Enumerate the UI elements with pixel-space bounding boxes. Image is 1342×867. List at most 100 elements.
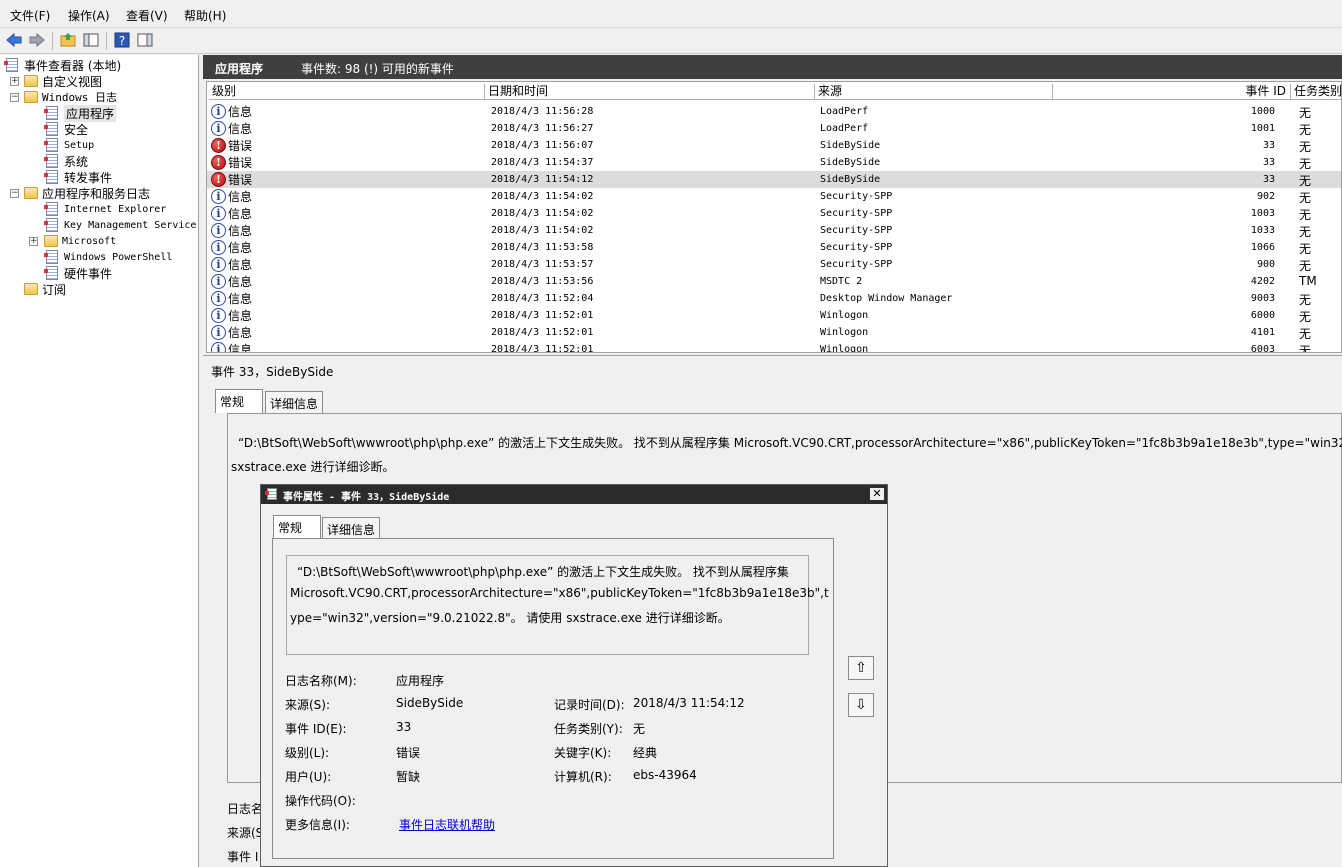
detail-tab-general[interactable]: 常规 — [215, 389, 263, 413]
log-icon — [44, 266, 58, 280]
event-row[interactable]: i 信息 2018/4/3 11:54:02 Security-SPP 1003 无 — [207, 205, 1341, 222]
info-icon: i — [211, 206, 226, 221]
detail-tab-details[interactable]: 详细信息 — [265, 391, 323, 413]
event-row[interactable]: i 信息 2018/4/3 11:54:02 Security-SPP 1033 无 — [207, 222, 1341, 239]
column-header-datetime[interactable]: 日期和时间 — [485, 84, 815, 100]
dialog-tab-details[interactable]: 详细信息 — [322, 517, 380, 539]
event-row[interactable]: i 信息 2018/4/3 11:54:02 Security-SPP 902 无 — [207, 188, 1341, 205]
column-header-event-id[interactable]: 事件 ID — [1053, 84, 1291, 100]
event-source: LoadPerf — [820, 106, 869, 117]
up-folder-icon[interactable] — [59, 31, 77, 49]
event-level-text: 信息 — [228, 258, 253, 272]
tree-item-forwarded[interactable]: 转发事件 — [44, 169, 113, 185]
dialog-message-line1: “D:\BtSoft\WebSoft\wwwroot\php\php.exe” … — [297, 565, 789, 579]
event-id: 1000 — [1250, 106, 1275, 117]
event-level-text: 信息 — [228, 309, 253, 323]
event-count: 事件数: 98 (!) 可用的新事件 — [301, 62, 454, 76]
column-header-level[interactable]: 级别 — [209, 84, 485, 100]
tree-label: 转发事件 — [64, 170, 113, 185]
tree-item-microsoft[interactable]: Microsoft — [44, 233, 116, 249]
back-arrow-icon[interactable] — [5, 31, 23, 49]
event-datetime: 2018/4/3 11:53:56 — [491, 276, 594, 287]
collapse-icon[interactable]: − — [10, 189, 19, 198]
event-id: 1001 — [1250, 123, 1275, 134]
user-label: 用户(U): — [285, 770, 332, 784]
close-button[interactable]: ✕ — [869, 487, 885, 501]
event-task: 无 — [1299, 310, 1312, 324]
tree-item-app-service-logs[interactable]: 应用程序和服务日志 — [24, 185, 150, 201]
tree-item-custom-views[interactable]: 自定义视图 — [24, 73, 102, 89]
event-source: Security-SPP — [820, 191, 893, 202]
tree-item-setup[interactable]: Setup — [44, 137, 94, 153]
log-icon — [44, 106, 58, 120]
help-icon[interactable]: ? — [113, 31, 131, 49]
tree-label: Windows PowerShell — [64, 251, 173, 263]
tree-item-system[interactable]: 系统 — [44, 153, 88, 169]
event-task: TM — [1299, 274, 1317, 288]
tree-label: 自定义视图 — [42, 74, 103, 89]
tree-item-powershell[interactable]: Windows PowerShell — [44, 249, 173, 265]
computer-value: ebs-43964 — [633, 768, 697, 782]
tree-root[interactable]: 事件查看器 (本地) — [4, 57, 121, 73]
collapse-icon[interactable]: − — [10, 93, 19, 102]
detail-label-logname: 日志名 — [227, 802, 264, 816]
event-row[interactable]: ! 错误 2018/4/3 11:56:07 SideBySide 33 无 — [207, 137, 1341, 154]
event-level: i 信息 — [211, 341, 252, 352]
event-row[interactable]: ! 错误 2018/4/3 11:54:37 SideBySide 33 无 — [207, 154, 1341, 171]
event-row[interactable]: i 信息 2018/4/3 11:52:01 Winlogon 6000 无 — [207, 307, 1341, 324]
event-level-text: 信息 — [228, 224, 253, 238]
event-row[interactable]: i 信息 2018/4/3 11:53:57 Security-SPP 900 无 — [207, 256, 1341, 273]
event-level: i 信息 — [211, 256, 252, 273]
event-row[interactable]: i 信息 2018/4/3 11:56:27 LoadPerf 1001 无 — [207, 120, 1341, 137]
event-row[interactable]: i 信息 2018/4/3 11:52:01 Winlogon 6003 无 — [207, 341, 1341, 352]
event-level-text: 错误 — [228, 156, 253, 170]
tree-item-hardware[interactable]: 硬件事件 — [44, 265, 112, 281]
menu-view[interactable]: 查看(V) — [126, 7, 168, 24]
event-level: i 信息 — [211, 239, 252, 256]
event-level: i 信息 — [211, 222, 252, 239]
forward-arrow-icon[interactable] — [28, 31, 46, 49]
folder-icon — [44, 235, 58, 247]
dialog-tab-general[interactable]: 常规 — [273, 515, 321, 539]
dialog-message-box[interactable]: “D:\BtSoft\WebSoft\wwwroot\php\php.exe” … — [286, 555, 829, 655]
menu-help[interactable]: 帮助(H) — [184, 7, 226, 24]
event-datetime: 2018/4/3 11:56:28 — [491, 106, 594, 117]
tree-label: Windows 日志 — [42, 91, 117, 104]
show-hide-tree-icon[interactable] — [82, 31, 100, 49]
column-header-source[interactable]: 来源 — [815, 84, 1053, 100]
dialog-message-line3: ype="win32",version="9.0.21022.8"。 请使用 s… — [290, 611, 730, 625]
event-row[interactable]: i 信息 2018/4/3 11:52:01 Winlogon 4101 无 — [207, 324, 1341, 341]
tree-item-security[interactable]: 安全 — [44, 121, 88, 137]
menu-action[interactable]: 操作(A) — [68, 7, 110, 24]
folder-icon — [24, 283, 38, 295]
event-task: 无 — [1299, 106, 1312, 120]
event-row[interactable]: i 信息 2018/4/3 11:53:58 Security-SPP 1066 无 — [207, 239, 1341, 256]
event-row[interactable]: ! 错误 2018/4/3 11:54:12 SideBySide 33 无 — [207, 171, 1341, 188]
tree-item-application[interactable]: 应用程序 — [44, 104, 117, 122]
more-info-link[interactable]: 事件日志联机帮助 — [399, 816, 495, 833]
keywords-value: 经典 — [633, 746, 658, 760]
event-viewer-icon — [4, 58, 18, 72]
tree-item-kms[interactable]: Key Management Service — [44, 217, 196, 233]
tree-item-ie[interactable]: Internet Explorer — [44, 201, 166, 217]
info-icon: i — [211, 274, 226, 289]
event-level: i 信息 — [211, 290, 252, 307]
event-task: 无 — [1299, 123, 1312, 137]
event-id: 4202 — [1250, 276, 1275, 287]
previous-event-button[interactable]: ⇧ — [848, 656, 874, 680]
expand-icon[interactable]: + — [10, 77, 19, 86]
menu-file[interactable]: 文件(F) — [10, 7, 50, 24]
event-row[interactable]: i 信息 2018/4/3 11:53:56 MSDTC 2 4202 TM — [207, 273, 1341, 290]
logged-value: 2018/4/3 11:54:12 — [633, 696, 745, 710]
column-header-task[interactable]: 任务类别 — [1291, 84, 1341, 100]
event-row[interactable]: i 信息 2018/4/3 11:52:04 Desktop Window Manag… — [207, 290, 1341, 307]
event-level-text: 错误 — [228, 139, 253, 153]
next-event-button[interactable]: ⇩ — [848, 693, 874, 717]
show-action-pane-icon[interactable] — [136, 31, 154, 49]
event-source: Winlogon — [820, 327, 869, 338]
event-row[interactable]: i 信息 2018/4/3 11:56:28 LoadPerf 1000 无 — [207, 103, 1341, 120]
tree-label: 应用程序 — [64, 104, 117, 122]
tree-item-subscriptions[interactable]: 订阅 — [24, 281, 66, 297]
expand-icon[interactable]: + — [29, 237, 38, 246]
tree-item-windows-logs[interactable]: Windows 日志 — [24, 89, 117, 105]
